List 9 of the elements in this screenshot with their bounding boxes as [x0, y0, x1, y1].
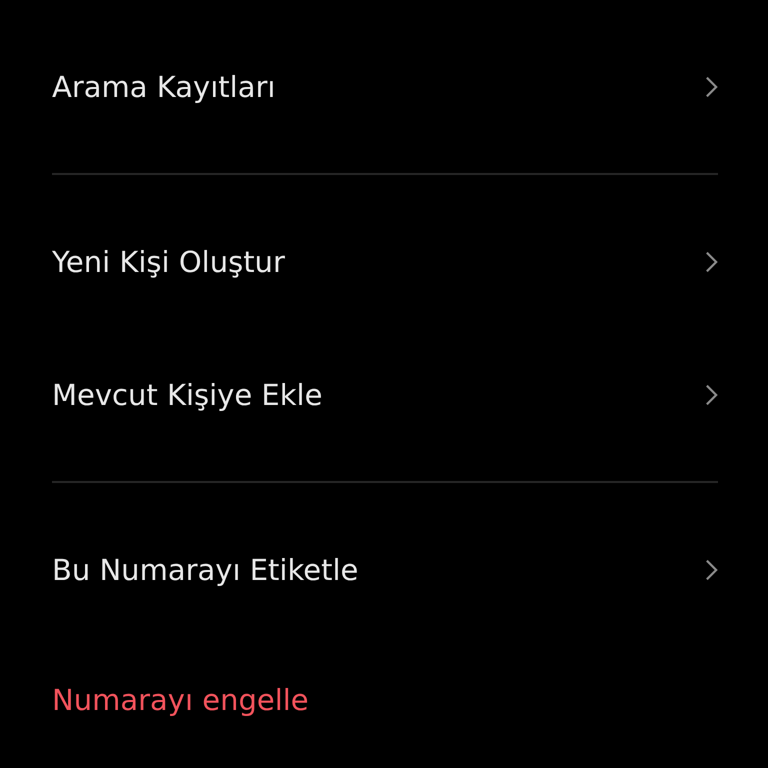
chevron-right-icon [705, 382, 718, 406]
chevron-right-icon [705, 558, 718, 582]
chevron-right-icon [705, 250, 718, 274]
chevron-right-icon [705, 74, 718, 98]
menu-item[interactable]: Bu Numarayı Etiketle [52, 552, 358, 586]
menu-item[interactable]: Mevcut Kişiye Ekle [52, 378, 322, 412]
menu-item[interactable]: Yeni Kişi Oluştur [52, 244, 285, 278]
menu-item[interactable]: Arama Kayıtları [52, 70, 276, 104]
block-number-action[interactable]: Numarayı engelle [52, 682, 309, 716]
